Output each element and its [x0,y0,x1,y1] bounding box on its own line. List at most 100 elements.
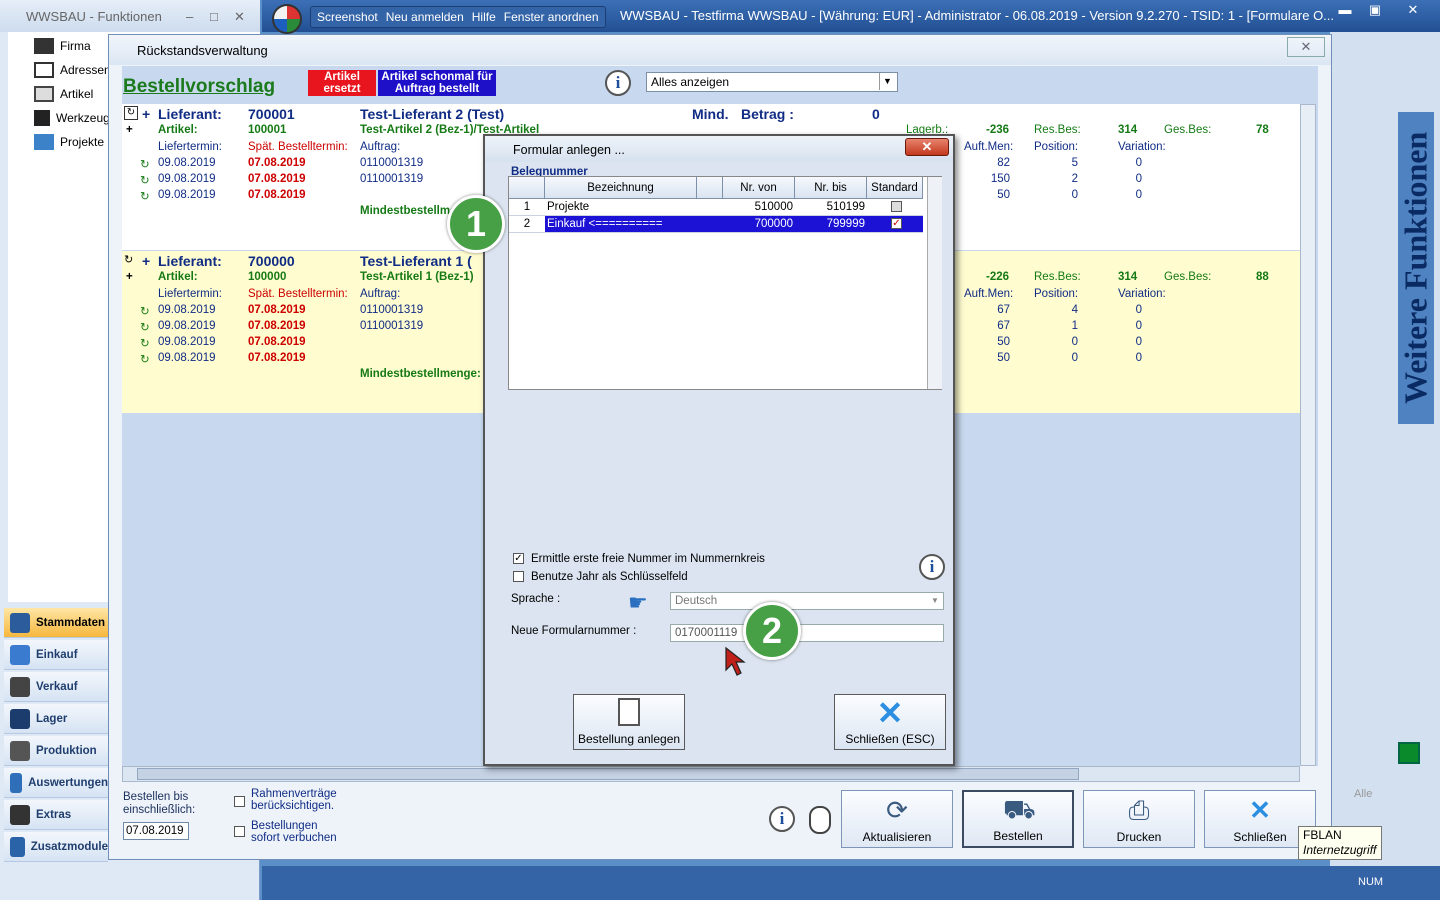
row-status-icon[interactable]: ↻ [140,320,150,334]
lieferant-name: Test-Lieferant 2 (Test) [360,106,505,122]
standard-checkbox[interactable] [891,201,902,212]
refresh-icon[interactable]: ↻ [124,253,133,266]
resbes-value: 314 [1118,124,1138,136]
window-close-icon[interactable]: ✕ [1287,37,1325,57]
variation-header: Variation: [1118,141,1166,153]
row-cell: 0 [1135,320,1142,332]
warehouse-icon [10,708,30,729]
bestellung-anlegen-button[interactable]: Bestellung anlegen [573,694,685,750]
app-close-icon[interactable]: ✕ [1398,0,1428,20]
functions-title: WWSBAU - Funktionen [26,9,162,24]
tree-item-adressen[interactable]: Adressen [34,60,111,80]
nav-produktion[interactable]: Produktion [4,736,108,766]
legend-replaced: Artikel ersetzt [308,70,376,96]
tree-item-artikel[interactable]: Artikel [34,84,93,104]
status-green-icon [1398,742,1420,764]
menu-screenshot[interactable]: Screenshot [317,10,378,24]
nav-auswertungen[interactable]: Auswertungen [4,768,108,798]
weitere-funktionen-tab[interactable]: Weitere Funktionen [1398,112,1434,424]
grid-row-selected[interactable]: 2 Einkauf <========== 700000 799999 ✓ [509,216,923,233]
resbes-label: Res.Bes: [1034,271,1081,283]
menu-neu-anmelden[interactable]: Neu anmelden [386,10,464,24]
row-status-icon[interactable]: ↻ [140,304,150,318]
aufmen-header: Auft.Men: [964,141,1014,153]
grid-header-von[interactable]: Nr. von [723,177,795,199]
nav-einkauf[interactable]: Einkauf [4,640,108,670]
tree-item-firma[interactable]: Firma [34,36,91,56]
chart-icon [10,772,23,793]
row-status-icon[interactable]: ↻ [140,173,150,187]
close-icon[interactable]: ✕ [234,9,245,25]
rueckstand-title: Rückstandsverwaltung [137,43,268,58]
row-plus-icon[interactable]: + [126,124,133,136]
project-icon [34,134,54,150]
scroll-thumb[interactable] [137,768,1079,780]
address-icon [34,62,54,78]
plus-icon[interactable]: + [142,106,150,122]
dialog-close-icon[interactable]: ✕ [905,138,949,156]
app-maximize-icon[interactable]: ▣ [1360,0,1390,20]
grid-row[interactable]: 1 Projekte 510000 510199 [509,199,923,216]
rahmen-checkbox[interactable] [234,796,245,807]
row-status-icon[interactable]: ↻ [140,336,150,350]
row-status-icon[interactable]: ↻ [140,157,150,171]
row-cell: 67 [997,320,1010,332]
nav-extras[interactable]: Extras [4,800,108,830]
menu-fenster[interactable]: Fenster anordnen [504,10,599,24]
dialog-titlebar: Formular anlegen ... [485,136,953,162]
box-icon [34,86,54,102]
grid-header-standard[interactable]: Standard [867,177,923,199]
tree-item-werkzeuge[interactable]: Werkzeuge [34,108,116,128]
close-x-icon: ✕ [876,695,904,731]
menu-hilfe[interactable]: Hilfe [472,10,496,24]
resbes-label: Res.Bes: [1034,124,1081,136]
spaet-header: Spät. Bestelltermin: [248,141,348,153]
grid-header-bis[interactable]: Nr. bis [795,177,867,199]
minimize-icon[interactable]: – [186,9,193,24]
row-status-icon[interactable]: ↻ [140,352,150,366]
row-status-icon[interactable]: ↻ [140,189,150,203]
drucken-button[interactable]: ⎙ Drucken [1083,790,1195,848]
grid-scrollbar[interactable] [927,177,942,389]
gesbes-value: 88 [1256,271,1269,283]
info-icon-bottom[interactable]: i [769,806,795,832]
num-indicator: NUM [1358,876,1384,888]
tree-item-projekte[interactable]: Projekte [34,132,104,152]
nav-lager[interactable]: Lager [4,704,108,734]
dialog-schliessen-button[interactable]: ✕ Schließen (ESC) [834,694,946,750]
maximize-icon[interactable]: □ [210,9,218,24]
plus-icon[interactable]: + [142,253,150,269]
mouse-icon[interactable] [809,806,831,834]
row-cell: 09.08.2019 [158,173,216,185]
info-icon[interactable]: i [605,70,631,96]
dialog-info-icon[interactable]: i [919,554,945,580]
spaet-header: Spät. Bestelltermin: [248,288,348,300]
gesbes-label: Ges.Bes: [1164,271,1212,283]
row-cell: 1 [1071,320,1078,332]
app-logo-icon[interactable] [272,4,302,34]
horizontal-scrollbar[interactable] [122,766,1300,782]
row-cell: 0 [1135,157,1142,169]
grid-header-bezeichnung[interactable]: Bezeichnung [545,177,697,199]
status-bar: NUM [262,866,1440,900]
ermittle-checkbox[interactable]: ✓ [513,553,524,564]
nav-stammdaten[interactable]: Stammdaten [4,608,108,638]
jahr-checkbox[interactable] [513,571,524,582]
aktualisieren-button[interactable]: ⟳ Aktualisieren [841,790,953,848]
formnr-input[interactable]: 0170001119 [670,624,944,642]
sofort-checkbox[interactable] [234,826,245,837]
position-header: Position: [1034,141,1079,153]
nav-zusatzmodule[interactable]: Zusatzmodule [4,832,108,862]
row-cell: 0 [1071,352,1078,364]
expand-icon[interactable]: ↻ [124,106,138,120]
filter-select[interactable]: Alles anzeigen ▼ [646,72,898,92]
row-plus-icon[interactable]: + [126,271,133,283]
vertical-scrollbar[interactable] [1300,104,1316,766]
aufmen-header: Auft.Men: [964,288,1014,300]
bestellen-button[interactable]: ⛟ Bestellen [962,790,1074,848]
nav-verkauf[interactable]: Verkauf [4,672,108,702]
sprache-select[interactable]: Deutsch ▼ [670,592,944,610]
row-cell: 0 [1135,304,1142,316]
standard-checkbox-checked[interactable]: ✓ [891,218,902,229]
date-input[interactable]: 07.08.2019 [123,822,189,840]
